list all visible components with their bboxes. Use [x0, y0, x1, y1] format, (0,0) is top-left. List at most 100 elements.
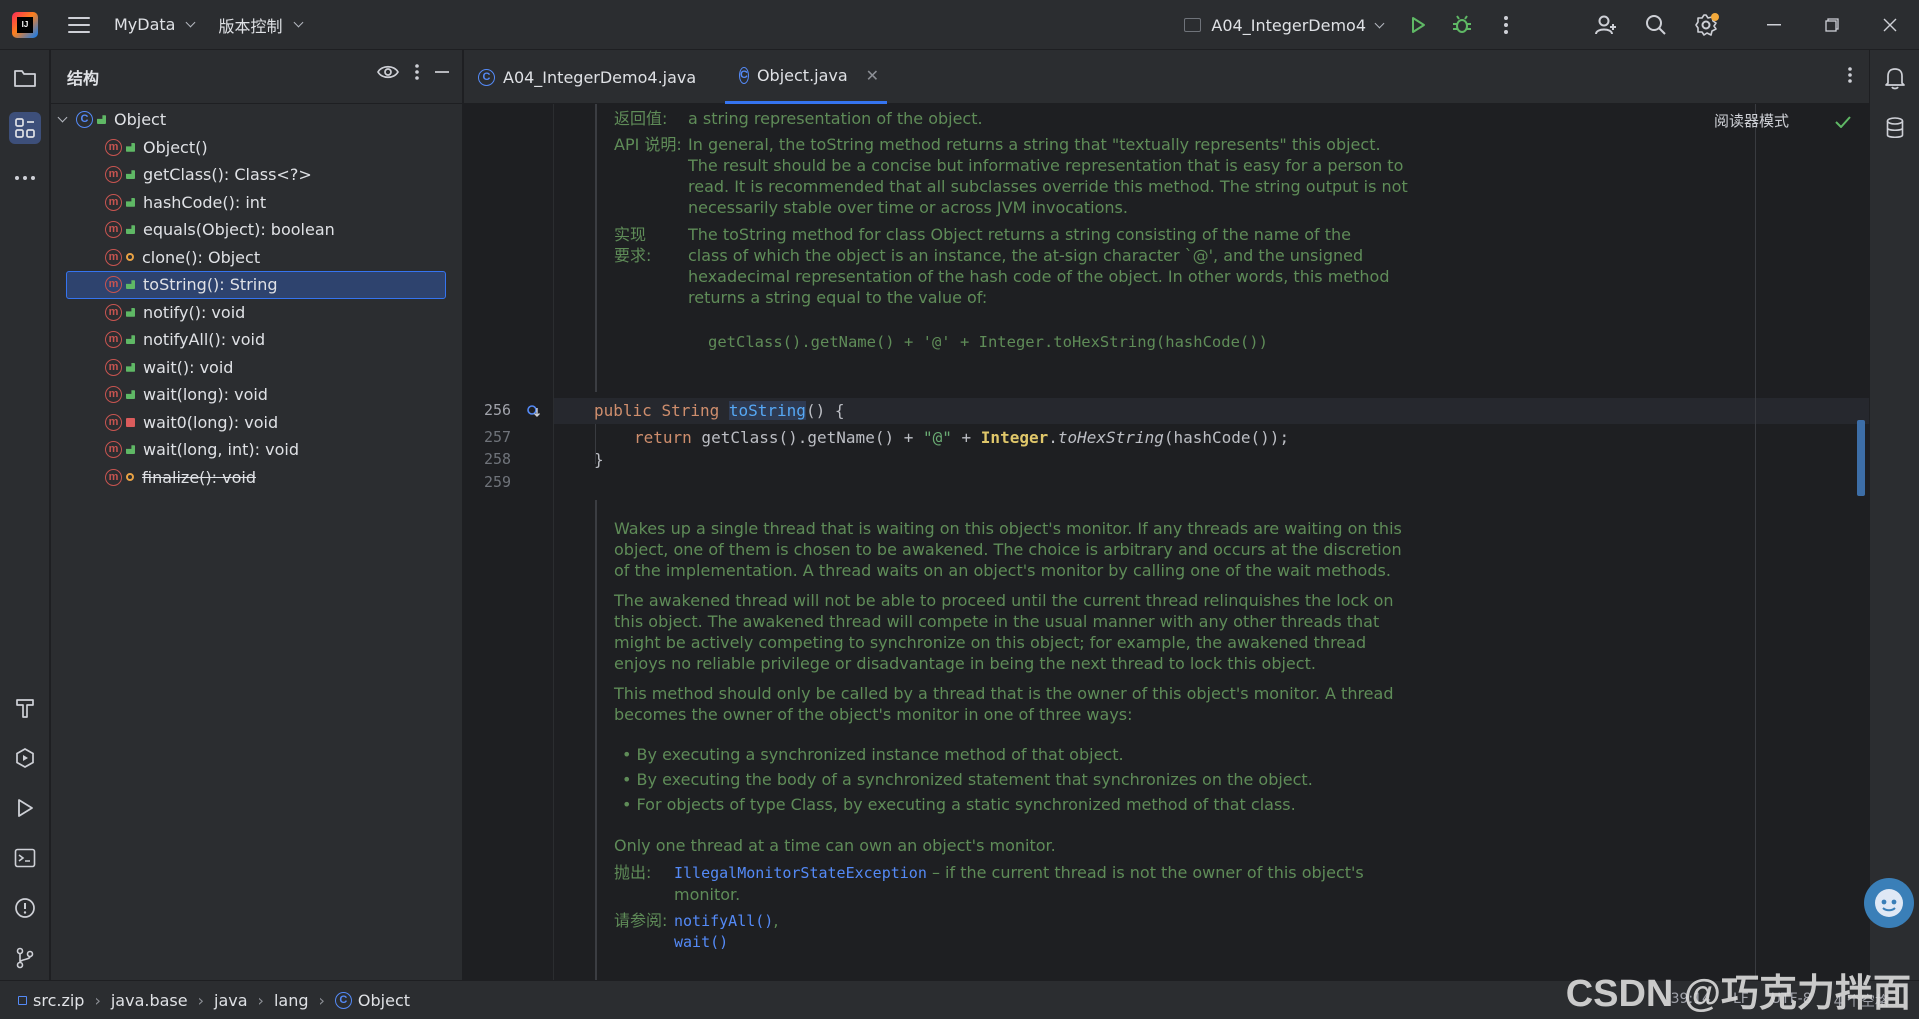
doc-comment-notify: Wakes up a single thread that is waiting…: [614, 518, 1414, 952]
run-config-label: A04_IntegerDemo4: [1211, 15, 1366, 35]
tab-a04-integerdemo4[interactable]: C A04_IntegerDemo4.java: [464, 50, 724, 104]
code-token: getClass().getName() +: [691, 428, 923, 447]
method-icon: m: [105, 248, 122, 266]
breadcrumb-separator: ›: [94, 990, 101, 1010]
debug-bug-icon: [1453, 15, 1471, 33]
breadcrumb: src.zip › java.base › java › lang › C Ob…: [0, 991, 410, 1010]
breadcrumb-item[interactable]: src.zip: [33, 991, 84, 1010]
close-window-button[interactable]: [1861, 0, 1919, 50]
breadcrumb-item[interactable]: java.base: [111, 991, 188, 1010]
see-also-link[interactable]: wait(): [674, 932, 1074, 953]
project-tool-button[interactable]: [9, 62, 41, 94]
impl-req-line: The toString method for class Object ret…: [688, 225, 1351, 244]
tree-item[interactable]: m clone(): Object: [51, 244, 462, 272]
tree-item[interactable]: m wait(long): void: [51, 381, 462, 409]
override-marker-icon[interactable]: [526, 404, 540, 418]
minimize-button[interactable]: [1745, 0, 1803, 50]
ai-assistant-button[interactable]: [1864, 878, 1914, 928]
services-tool-button[interactable]: [9, 742, 41, 774]
database-tool-button[interactable]: [1879, 112, 1911, 144]
notifications-button[interactable]: [1879, 62, 1911, 94]
more-vertical-icon: [1848, 67, 1852, 83]
terminal-tool-button[interactable]: [9, 842, 41, 874]
more-horizontal-icon: [15, 176, 35, 180]
add-user-icon: [1595, 15, 1616, 35]
tree-root-label: Object: [114, 110, 167, 130]
bullet-text: For objects of type Class, by executing …: [636, 795, 1296, 814]
problems-tool-button[interactable]: [9, 892, 41, 924]
tree-item[interactable]: m equals(Object): boolean: [51, 216, 462, 244]
exception-link[interactable]: IllegalMonitorStateException: [674, 864, 927, 882]
tree-item[interactable]: m notifyAll(): void: [51, 326, 462, 354]
git-branch-icon: [16, 947, 34, 969]
run-button[interactable]: [1403, 10, 1433, 40]
more-vertical-icon: [1504, 16, 1508, 34]
search-button[interactable]: [1641, 10, 1671, 40]
doc-line: of the implementation. A thread waits on…: [614, 561, 1391, 580]
main-menu-icon[interactable]: [68, 16, 90, 33]
settings-button[interactable]: [1691, 10, 1721, 40]
hammer-icon: [16, 699, 34, 718]
breadcrumb-item[interactable]: lang: [274, 991, 309, 1010]
add-user-button[interactable]: [1591, 10, 1621, 40]
gutter-divider: [553, 104, 554, 980]
tree-item[interactable]: m wait(): void: [51, 354, 462, 382]
class-icon: C: [76, 111, 93, 129]
tree-item-label: finalize(): void: [142, 467, 256, 487]
code-editor[interactable]: 阅读器模式 返回值: a string representation of th…: [464, 104, 1869, 980]
api-note-line: necessarily stable over time or across J…: [688, 198, 1128, 217]
chevron-down-icon: [293, 17, 303, 28]
close-icon: [1883, 18, 1897, 32]
protected-icon: [126, 473, 134, 482]
structure-tool-button[interactable]: [9, 112, 41, 144]
doc-line: becomes the owner of the object's monito…: [614, 705, 1133, 724]
debug-button[interactable]: [1447, 10, 1477, 40]
tree-item[interactable]: m notify(): void: [51, 299, 462, 327]
tree-item[interactable]: m finalize(): void: [51, 464, 462, 492]
vcs-dropdown[interactable]: 版本控制: [218, 13, 303, 37]
more-tools-button[interactable]: [9, 162, 41, 194]
editor-scrollbar-thumb[interactable]: [1857, 420, 1865, 496]
more-vertical-icon[interactable]: [414, 63, 420, 81]
reader-mode-toggle[interactable]: 阅读器模式: [1714, 110, 1789, 131]
tree-item[interactable]: m Object(): [51, 134, 462, 162]
tree-root-object[interactable]: C Object: [51, 106, 462, 134]
tree-item-label: equals(Object): boolean: [143, 220, 335, 240]
tree-item[interactable]: m wait0(long): void: [51, 409, 462, 437]
code-token: (hashCode());: [1163, 428, 1290, 447]
close-tab-icon[interactable]: ✕: [866, 66, 879, 85]
public-icon: [126, 280, 135, 290]
method-icon: m: [105, 468, 122, 486]
run-tool-button[interactable]: [9, 792, 41, 824]
project-dropdown[interactable]: MyData: [114, 15, 196, 34]
breadcrumb-item[interactable]: java: [214, 991, 248, 1010]
intellij-logo-icon[interactable]: IJ: [12, 11, 38, 38]
tab-options-button[interactable]: [1847, 66, 1853, 88]
tree-item-label: getClass(): Class<?>: [143, 165, 312, 185]
tab-object-java[interactable]: C Object.java ✕: [725, 50, 887, 104]
build-tool-button[interactable]: [9, 692, 41, 724]
tree-item-label: clone(): Object: [142, 247, 261, 267]
tree-item[interactable]: m hashCode(): int: [51, 189, 462, 217]
tab-label: A04_IntegerDemo4.java: [503, 67, 697, 87]
search-icon: [1646, 15, 1666, 35]
tree-item-label: wait(long, int): void: [143, 440, 299, 460]
tree-item[interactable]: m wait(long, int): void: [51, 436, 462, 464]
eye-icon[interactable]: [376, 62, 400, 82]
vcs-label: 版本控制: [218, 16, 283, 36]
restore-button[interactable]: [1803, 0, 1861, 50]
code-token: .: [1048, 428, 1058, 447]
tree-item-selected[interactable]: m toString(): String: [66, 271, 446, 299]
doc-block-border: [595, 104, 597, 392]
tree-item-label: wait0(long): void: [143, 412, 279, 432]
run-icon: [18, 799, 33, 817]
more-actions-button[interactable]: [1491, 10, 1521, 40]
see-also-link[interactable]: notifyAll(): [674, 912, 773, 930]
right-tool-window-bar: [1869, 50, 1919, 980]
indent-guide: [595, 424, 596, 464]
minimize-panel-icon[interactable]: [434, 64, 450, 80]
git-tool-button[interactable]: [9, 942, 41, 974]
run-config-dropdown[interactable]: A04_IntegerDemo4: [1184, 15, 1385, 35]
tree-item[interactable]: m getClass(): Class<?>: [51, 161, 462, 189]
breadcrumb-item[interactable]: Object: [358, 991, 410, 1010]
